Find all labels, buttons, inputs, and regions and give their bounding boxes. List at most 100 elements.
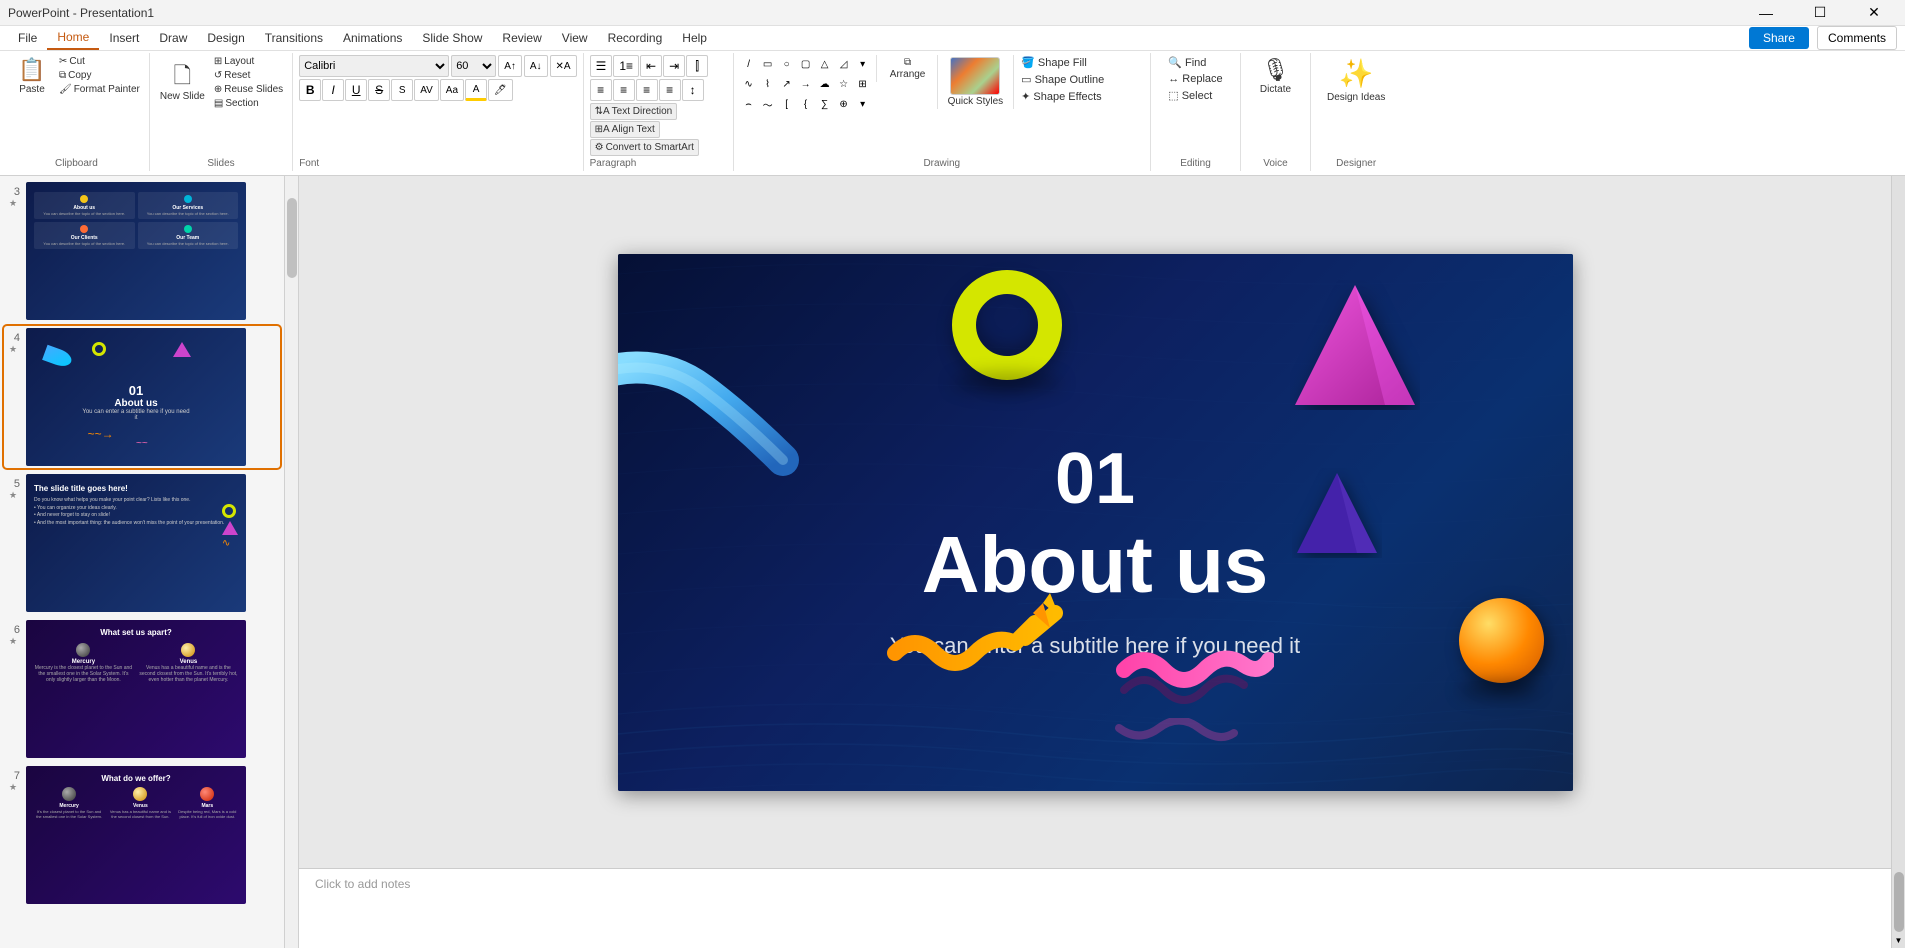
- scroll-down-btn[interactable]: ▼: [1894, 936, 1904, 946]
- shape-circle-icon[interactable]: ○: [778, 55, 796, 73]
- shape-brace-icon[interactable]: {: [797, 95, 815, 113]
- shape-star-icon[interactable]: ☆: [835, 75, 853, 93]
- arrange-button[interactable]: ⧉ Arrange: [883, 55, 933, 82]
- shape-connector-icon[interactable]: ↗: [778, 75, 796, 93]
- slide-thumb-7[interactable]: 7 ★ What do we offer? Mercury It's the c…: [4, 764, 280, 906]
- shape-more-icon[interactable]: ▾: [854, 55, 872, 73]
- tab-review[interactable]: Review: [492, 27, 551, 49]
- shape-line-icon[interactable]: /: [740, 55, 758, 73]
- tab-file[interactable]: File: [8, 27, 47, 49]
- justify-button[interactable]: ≡: [659, 79, 681, 101]
- quick-styles-button[interactable]: Quick Styles: [944, 55, 1008, 109]
- tab-recording[interactable]: Recording: [598, 27, 673, 49]
- tab-insert[interactable]: Insert: [99, 27, 149, 49]
- new-slide-button[interactable]: 🗋 New Slide: [156, 61, 209, 103]
- decrease-font-button[interactable]: A↓: [524, 55, 548, 77]
- tab-slideshow[interactable]: Slide Show: [412, 27, 492, 49]
- tab-design[interactable]: Design: [197, 27, 254, 49]
- comments-button[interactable]: Comments: [1817, 26, 1897, 50]
- close-btn[interactable]: ✕: [1851, 0, 1897, 26]
- align-text-button[interactable]: ⊞A Align Text: [590, 121, 660, 138]
- shadow-button[interactable]: S: [391, 79, 413, 101]
- shape-expand2-icon[interactable]: ▾: [854, 95, 872, 113]
- decrease-indent-button[interactable]: ⇤: [640, 55, 662, 77]
- shape-expand-icon[interactable]: ⊞: [854, 75, 872, 93]
- dictate-button[interactable]: 🎙 Dictate: [1250, 55, 1300, 97]
- shape-triangle-icon[interactable]: △: [816, 55, 834, 73]
- find-button[interactable]: 🔍 Find: [1165, 55, 1225, 70]
- shape-arc-icon[interactable]: ⌢: [740, 95, 758, 113]
- underline-button[interactable]: U: [345, 79, 367, 101]
- slide-thumb-4[interactable]: 4 ★ 01 About us You can enter a subtitle…: [4, 326, 280, 468]
- shape-arrow-icon[interactable]: →: [797, 75, 815, 93]
- shape-freeform-icon[interactable]: ⌇: [759, 75, 777, 93]
- cut-button[interactable]: ✂ Cut: [56, 55, 143, 68]
- tab-view[interactable]: View: [552, 27, 598, 49]
- slide-panel-scrollbar[interactable]: [285, 176, 299, 948]
- shape-callout-icon[interactable]: ☁: [816, 75, 834, 93]
- share-button[interactable]: Share: [1749, 27, 1809, 49]
- strikethrough-button[interactable]: S: [368, 79, 390, 101]
- shape-wave-icon[interactable]: 〜: [759, 95, 777, 113]
- section-button[interactable]: ▤ Section: [211, 97, 286, 110]
- tab-transitions[interactable]: Transitions: [255, 27, 333, 49]
- slide-panel-scrollbar-thumb[interactable]: [287, 198, 297, 278]
- slides-label: Slides: [207, 156, 234, 169]
- tab-home[interactable]: Home: [47, 26, 99, 50]
- tab-draw[interactable]: Draw: [149, 27, 197, 49]
- shape-effects-button[interactable]: ✦ Shape Effects: [1018, 89, 1107, 104]
- font-color-button[interactable]: A: [465, 79, 487, 101]
- shape-equation-icon[interactable]: ∑: [816, 95, 834, 113]
- reset-button[interactable]: ↺ Reset: [211, 69, 286, 82]
- slide-canvas[interactable]: 01 About us You can enter a subtitle her…: [618, 254, 1573, 791]
- increase-font-button[interactable]: A↑: [498, 55, 522, 77]
- shape-bracket-icon[interactable]: [: [778, 95, 796, 113]
- line-spacing-button[interactable]: ↕: [682, 79, 704, 101]
- design-ideas-button[interactable]: ✨ Design Ideas: [1317, 55, 1395, 105]
- shape-fill-button[interactable]: 🪣 Shape Fill: [1018, 55, 1107, 70]
- align-left-button[interactable]: ≡: [590, 79, 612, 101]
- tab-animations[interactable]: Animations: [333, 27, 412, 49]
- canvas-scrollbar-thumb[interactable]: [1894, 872, 1904, 932]
- format-painter-button[interactable]: 🖌 Format Painter: [56, 83, 143, 96]
- slide-num-6: 6: [6, 624, 20, 636]
- text-direction-button[interactable]: ⇅A Text Direction: [590, 103, 678, 120]
- shape-rounded-icon[interactable]: ▢: [797, 55, 815, 73]
- canvas-scrollbar[interactable]: ▼: [1891, 176, 1905, 948]
- char-spacing-button[interactable]: AV: [414, 79, 439, 101]
- copy-button[interactable]: ⧉ Copy: [56, 69, 143, 82]
- slide-thumbnail-3: About us You can describe the topic of t…: [26, 182, 246, 320]
- slide-thumb-6[interactable]: 6 ★ What set us apart? Mercury Mercury i…: [4, 618, 280, 760]
- columns-button[interactable]: ⫿: [686, 55, 708, 77]
- shape-right-angle-icon[interactable]: ◿: [835, 55, 853, 73]
- maximize-btn[interactable]: ☐: [1797, 0, 1843, 26]
- font-selector[interactable]: Calibri: [299, 55, 449, 77]
- shape-outline-button[interactable]: ▭ Shape Outline: [1018, 72, 1107, 87]
- convert-smartart-button[interactable]: ⚙ Convert to SmartArt: [590, 139, 699, 156]
- numbering-button[interactable]: 1≡: [613, 55, 639, 77]
- slide-num-7: 7: [6, 770, 20, 782]
- align-right-button[interactable]: ≡: [636, 79, 658, 101]
- notes-area[interactable]: Click to add notes: [299, 868, 1891, 948]
- highlight-button[interactable]: 🖊: [488, 79, 513, 101]
- tab-help[interactable]: Help: [672, 27, 717, 49]
- slide-thumb-3[interactable]: 3 ★ About us You can describe the topic …: [4, 180, 280, 322]
- increase-indent-button[interactable]: ⇥: [663, 55, 685, 77]
- bold-button[interactable]: B: [299, 79, 321, 101]
- font-size-selector[interactable]: 60: [451, 55, 496, 77]
- paste-button[interactable]: 📋 Paste: [10, 55, 54, 97]
- clear-formatting-button[interactable]: ✕A: [550, 55, 577, 77]
- shape-more2-icon[interactable]: ⊕: [835, 95, 853, 113]
- replace-button[interactable]: ↔ Replace: [1165, 72, 1225, 86]
- slide-thumb-5[interactable]: 5 ★ The slide title goes here! Do you kn…: [4, 472, 280, 614]
- minimize-btn[interactable]: —: [1743, 0, 1789, 26]
- select-button[interactable]: ⬚ Select: [1165, 88, 1225, 103]
- change-case-button[interactable]: Aa: [440, 79, 464, 101]
- bullets-button[interactable]: ☰: [590, 55, 613, 77]
- shape-rect-icon[interactable]: ▭: [759, 55, 777, 73]
- reuse-slides-button[interactable]: ⊕ Reuse Slides: [211, 83, 286, 96]
- shape-curve-icon[interactable]: ∿: [740, 75, 758, 93]
- align-center-button[interactable]: ≡: [613, 79, 635, 101]
- italic-button[interactable]: I: [322, 79, 344, 101]
- layout-button[interactable]: ⊞ Layout: [211, 55, 286, 68]
